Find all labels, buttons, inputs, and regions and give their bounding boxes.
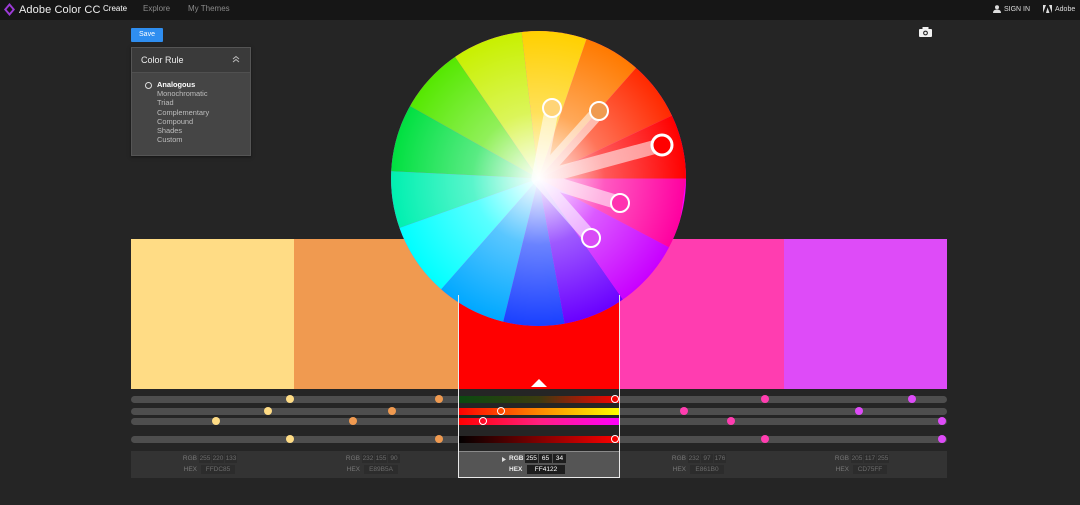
hex-label: HEX <box>672 466 686 473</box>
brightness-slider-handle[interactable] <box>611 435 619 443</box>
hex-field[interactable]: FFDC85 <box>201 465 235 474</box>
rgb-g-field[interactable]: 97 <box>701 454 713 463</box>
rule-option-custom[interactable]: Custom <box>157 135 209 144</box>
slider-knob[interactable] <box>938 435 946 443</box>
rgb-r-field[interactable]: 205 <box>851 454 863 463</box>
wheel-handle-1[interactable] <box>542 98 562 118</box>
adobe-link[interactable]: Adobe <box>1043 5 1075 13</box>
rule-option-complementary[interactable]: Complementary <box>157 108 209 117</box>
rgb-g-field[interactable]: 65 <box>539 454 552 463</box>
rgb-b-field[interactable]: 90 <box>388 454 400 463</box>
hex-label: HEX <box>183 466 197 473</box>
color-rule-header[interactable]: Color Rule <box>132 48 250 73</box>
slider-knob[interactable] <box>286 395 294 403</box>
rgb-r-field[interactable]: 232 <box>688 454 700 463</box>
rule-option-analogous[interactable]: Analogous <box>157 80 209 89</box>
color-rule-title: Color Rule <box>141 55 184 65</box>
rgb-r-field[interactable]: 255 <box>525 454 538 463</box>
slider-knob[interactable] <box>435 435 443 443</box>
rgb-label: RGB <box>345 455 360 462</box>
slider-knob[interactable] <box>908 395 916 403</box>
slider-knob[interactable] <box>761 395 769 403</box>
nav-my-themes[interactable]: My Themes <box>188 4 230 13</box>
rule-option-shades[interactable]: Shades <box>157 126 209 135</box>
slider-knob[interactable] <box>680 407 688 415</box>
rgb-b-field[interactable]: 176 <box>714 454 726 463</box>
rgb-label: RGB <box>182 455 197 462</box>
rgb-r-field[interactable]: 232 <box>362 454 374 463</box>
rgb-g-field[interactable]: 155 <box>375 454 387 463</box>
slider-knob[interactable] <box>855 407 863 415</box>
red-slider-handle[interactable] <box>611 395 619 403</box>
camera-icon[interactable] <box>919 27 932 37</box>
rule-option-compound[interactable]: Compound <box>157 117 209 126</box>
wheel-handle-2[interactable] <box>589 101 609 121</box>
wheel-handle-3-base[interactable] <box>650 133 674 157</box>
color-rule-list: Analogous Monochromatic Triad Complement… <box>157 80 209 144</box>
hex-label: HEX <box>346 466 360 473</box>
color-swatch-1[interactable] <box>131 239 294 389</box>
rgb-label: RGB <box>671 455 686 462</box>
hex-field[interactable]: CD75FF <box>853 465 887 474</box>
chevron-up-icon[interactable] <box>232 55 240 63</box>
sign-in-label: SIGN IN <box>1004 5 1031 13</box>
rgb-label: RGB <box>509 455 524 462</box>
slider-knob[interactable] <box>761 435 769 443</box>
app-title: Adobe Color CC <box>19 3 101 16</box>
hex-label: HEX <box>835 466 849 473</box>
slider-knob[interactable] <box>212 417 220 425</box>
sign-in-link[interactable]: SIGN IN <box>993 5 1030 13</box>
hex-field[interactable]: E89B5A <box>364 465 398 474</box>
rgb-b-field[interactable]: 255 <box>877 454 889 463</box>
wheel-handle-4[interactable] <box>610 193 630 213</box>
nav-create[interactable]: Create <box>103 4 127 13</box>
red-channel-slider[interactable] <box>458 396 620 403</box>
rgb-g-field[interactable]: 220 <box>212 454 224 463</box>
slider-knob[interactable] <box>349 417 357 425</box>
adobe-color-logo-icon <box>4 3 15 16</box>
selected-swatch-pointer <box>531 379 547 387</box>
slider-knob[interactable] <box>388 407 396 415</box>
slider-knob[interactable] <box>286 435 294 443</box>
expand-arrow-icon[interactable] <box>502 457 506 462</box>
rule-option-triad[interactable]: Triad <box>157 98 209 107</box>
hex-field[interactable]: E861B0 <box>690 465 724 474</box>
rule-radio-selected[interactable] <box>145 82 152 89</box>
green-slider-handle[interactable] <box>497 407 505 415</box>
color-rule-panel: Color Rule Analogous Monochromatic Triad… <box>131 47 251 156</box>
save-button[interactable]: Save <box>131 28 163 42</box>
rgb-r-field[interactable]: 255 <box>199 454 211 463</box>
rule-option-monochromatic[interactable]: Monochromatic <box>157 89 209 98</box>
slider-knob[interactable] <box>727 417 735 425</box>
slider-knob[interactable] <box>938 417 946 425</box>
color-wheel[interactable] <box>391 31 686 326</box>
rgb-g-field[interactable]: 117 <box>864 454 876 463</box>
wheel-handle-5[interactable] <box>581 228 601 248</box>
app-logo[interactable]: Adobe Color CC <box>4 3 101 16</box>
rgb-b-field[interactable]: 34 <box>553 454 566 463</box>
blue-slider-handle[interactable] <box>479 417 487 425</box>
nav-explore[interactable]: Explore <box>143 4 170 13</box>
selected-swatch-values: RGB 255 65 34 HEX FF4122 <box>458 451 620 478</box>
color-swatch-5[interactable] <box>784 239 947 389</box>
slider-knob[interactable] <box>435 395 443 403</box>
adobe-label: Adobe <box>1055 5 1076 13</box>
slider-knob[interactable] <box>264 407 272 415</box>
hex-label: HEX <box>509 466 523 473</box>
adobe-logo-icon <box>1043 5 1052 13</box>
rgb-label: RGB <box>834 455 849 462</box>
brightness-slider[interactable] <box>458 436 620 443</box>
rgb-b-field[interactable]: 133 <box>225 454 237 463</box>
hex-field[interactable]: FF4122 <box>527 465 565 474</box>
user-icon <box>993 5 1001 13</box>
green-channel-slider[interactable] <box>458 408 620 415</box>
